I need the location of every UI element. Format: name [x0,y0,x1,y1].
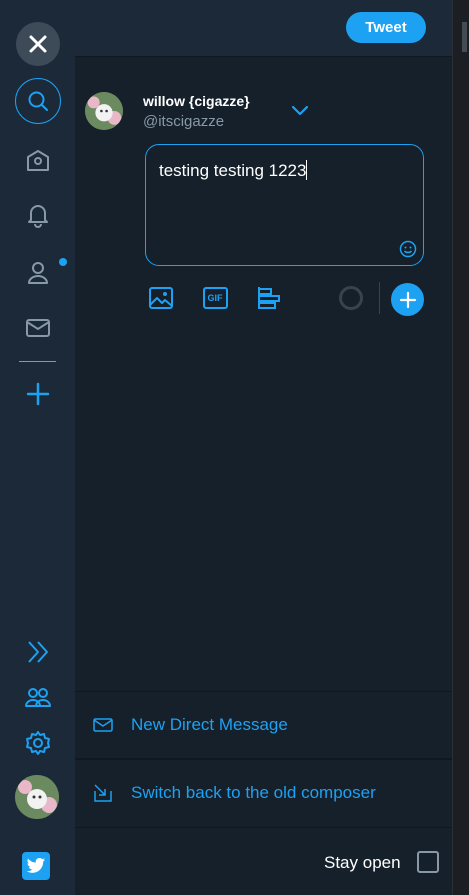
close-icon [29,35,47,53]
compose-text: testing testing 1223 [159,161,307,180]
twitter-button[interactable] [22,852,50,880]
nav-rail [0,0,75,895]
toolbar-divider [379,282,380,314]
composer-panel: Tweet willow {cigazze} @itscigazze testi… [75,0,452,895]
close-button[interactable] [16,22,60,66]
plus-icon [399,291,416,308]
twitter-bird-icon [26,858,46,873]
add-poll-button[interactable] [255,284,283,312]
background-window-edge [452,0,469,895]
notification-dot [59,258,67,266]
switch-composer-label: Switch back to the old composer [131,782,376,802]
tweet-compose-box[interactable]: testing testing 1223 [145,144,424,266]
stay-open-checkbox[interactable] [417,851,439,873]
avatar-image [85,92,123,130]
app-window: Tweet willow {cigazze} @itscigazze testi… [0,0,469,895]
switch-composer-row[interactable]: Switch back to the old composer [75,758,452,825]
poll-icon [258,287,280,309]
add-gif-button[interactable]: GIF [201,284,229,312]
avatar-image [15,775,59,819]
accounts-button[interactable] [14,673,62,721]
new-direct-message-label: New Direct Message [131,715,288,734]
compose-text-wrap: testing testing 1223 [159,160,308,181]
account-name: willow {cigazze} [143,93,250,109]
settings-button[interactable] [14,719,62,767]
search-button[interactable] [15,78,61,124]
user-avatar[interactable] [15,775,59,819]
rail-divider [19,361,56,362]
chevron-down-icon[interactable] [288,99,312,123]
accounts-icon [25,688,51,707]
notifications-icon [28,205,48,228]
expand-button[interactable] [14,628,62,676]
nav-notifications-button[interactable] [14,191,62,239]
text-caret [306,160,308,180]
gif-icon: GIF [202,287,228,309]
add-column-button[interactable] [14,370,62,418]
messages-icon [26,319,50,337]
home-icon [27,150,49,171]
emoji-icon[interactable] [399,240,417,258]
nav-home-button[interactable] [14,136,62,184]
account-avatar [85,92,123,130]
switch-arrow-icon [94,783,112,802]
stay-open-label: Stay open [324,853,401,872]
add-image-button[interactable] [147,284,175,312]
add-column-icon [26,382,50,406]
new-direct-message-row[interactable]: New Direct Message [75,691,452,758]
account-handle: @itscigazze [143,113,225,130]
edge-scrollbar [462,22,467,52]
profile-icon [28,262,48,284]
expand-icon [28,641,48,663]
character-count-ring [339,286,363,310]
add-tweet-button[interactable] [391,283,424,316]
nav-messages-button[interactable] [14,304,62,352]
tweet-button[interactable]: Tweet [346,12,426,43]
nav-profile-button[interactable] [14,249,62,297]
image-icon [149,287,173,309]
mail-icon [93,718,113,732]
composer-header: Tweet [75,0,452,57]
stay-open-row: Stay open [75,827,452,895]
settings-icon [26,731,50,755]
search-icon [28,91,48,111]
